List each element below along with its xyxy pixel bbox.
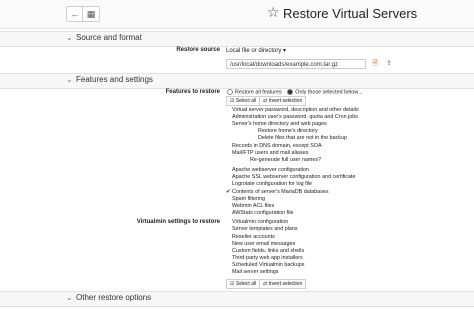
feature-subitem[interactable]: Re-generate full user names?: [250, 157, 321, 163]
section-features-settings[interactable]: ⌄ Features and settings: [0, 73, 474, 89]
page-title: Restore Virtual Servers: [283, 6, 418, 21]
vm-setting-item[interactable]: Mail server settings: [232, 269, 278, 275]
feature-subitem[interactable]: Delete files that are not in the backup: [258, 135, 347, 141]
feature-item[interactable]: Server's home directory and web pages: [232, 121, 327, 127]
feature-item[interactable]: Virtual server password, description and…: [232, 107, 359, 113]
section-label: Other restore options: [76, 293, 152, 302]
checkmark-icon: ✔: [226, 189, 231, 195]
feature-item[interactable]: Records in DNS domain, except SOA: [232, 143, 322, 149]
select-all-button[interactable]: ☑ Select all: [226, 279, 261, 289]
file-chooser-icon[interactable]: 🗎: [370, 59, 380, 69]
restore-path-input[interactable]: /usr/local/downloads/example.com.tar.gz: [226, 59, 366, 69]
grid-icon[interactable]: ▦: [82, 6, 100, 22]
radio-restore-all[interactable]: Restore all features Only those selected…: [226, 89, 362, 95]
section-label: Source and format: [76, 33, 142, 42]
upload-icon[interactable]: ⇪: [384, 59, 394, 69]
vm-setting-item[interactable]: Custom fields, links and shells: [232, 248, 304, 254]
top-toolbar: ← ▦ ☆ Restore Virtual Servers: [0, 0, 474, 29]
features-to-restore-label: Features to restore: [165, 89, 220, 95]
feature-item[interactable]: Administration user's password, quota an…: [232, 114, 358, 120]
collapse-icon[interactable]: ⌄: [66, 293, 73, 302]
invert-selection-button[interactable]: ⇄ Invert selection: [259, 96, 307, 106]
feature-item[interactable]: Apache webserver configuration: [232, 167, 309, 173]
vm-setting-item[interactable]: Third-party web app installers: [232, 255, 303, 261]
collapse-icon[interactable]: ⌄: [66, 33, 73, 42]
section-other-options[interactable]: ⌄ Other restore options: [0, 291, 474, 307]
vm-setting-item[interactable]: Scheduled Virtualmin backups: [232, 262, 304, 268]
star-icon[interactable]: ☆: [267, 4, 280, 21]
restore-source-select[interactable]: Local file or directory ▾: [226, 47, 286, 54]
feature-item[interactable]: Mail/FTP users and mail aliases: [232, 150, 308, 156]
feature-item[interactable]: AWStats configuration file: [232, 210, 294, 216]
feature-item[interactable]: Apache SSL webserver configuration and c…: [232, 174, 356, 180]
section-source-format[interactable]: ⌄ Source and format: [0, 31, 474, 47]
collapse-icon[interactable]: ⌄: [66, 75, 73, 84]
restore-source-label: Restore source: [176, 47, 220, 53]
vm-setting-item[interactable]: New user email messages: [232, 241, 295, 247]
feature-item[interactable]: Contents of server's MariaDB databases: [232, 189, 329, 195]
invert-selection-button[interactable]: ⇄ Invert selection: [259, 279, 307, 289]
vm-setting-item[interactable]: Reseller accounts: [232, 234, 275, 240]
section-label: Features and settings: [76, 75, 153, 84]
feature-subitem[interactable]: Restore home's directory: [258, 128, 318, 134]
feature-item[interactable]: Webmin ACL files: [232, 203, 274, 209]
dropdown-icon: ▾: [283, 48, 287, 54]
virtualmin-settings-label: Virtualmin settings to restore: [136, 219, 220, 225]
feature-item[interactable]: Spam filtering: [232, 196, 265, 202]
select-all-button[interactable]: ☑ Select all: [226, 96, 261, 106]
vm-setting-item[interactable]: Server templates and plans: [232, 226, 298, 232]
feature-item[interactable]: Logrotate configuration for log file: [232, 181, 312, 187]
vm-setting-item[interactable]: Virtualmin configuration: [232, 219, 288, 225]
